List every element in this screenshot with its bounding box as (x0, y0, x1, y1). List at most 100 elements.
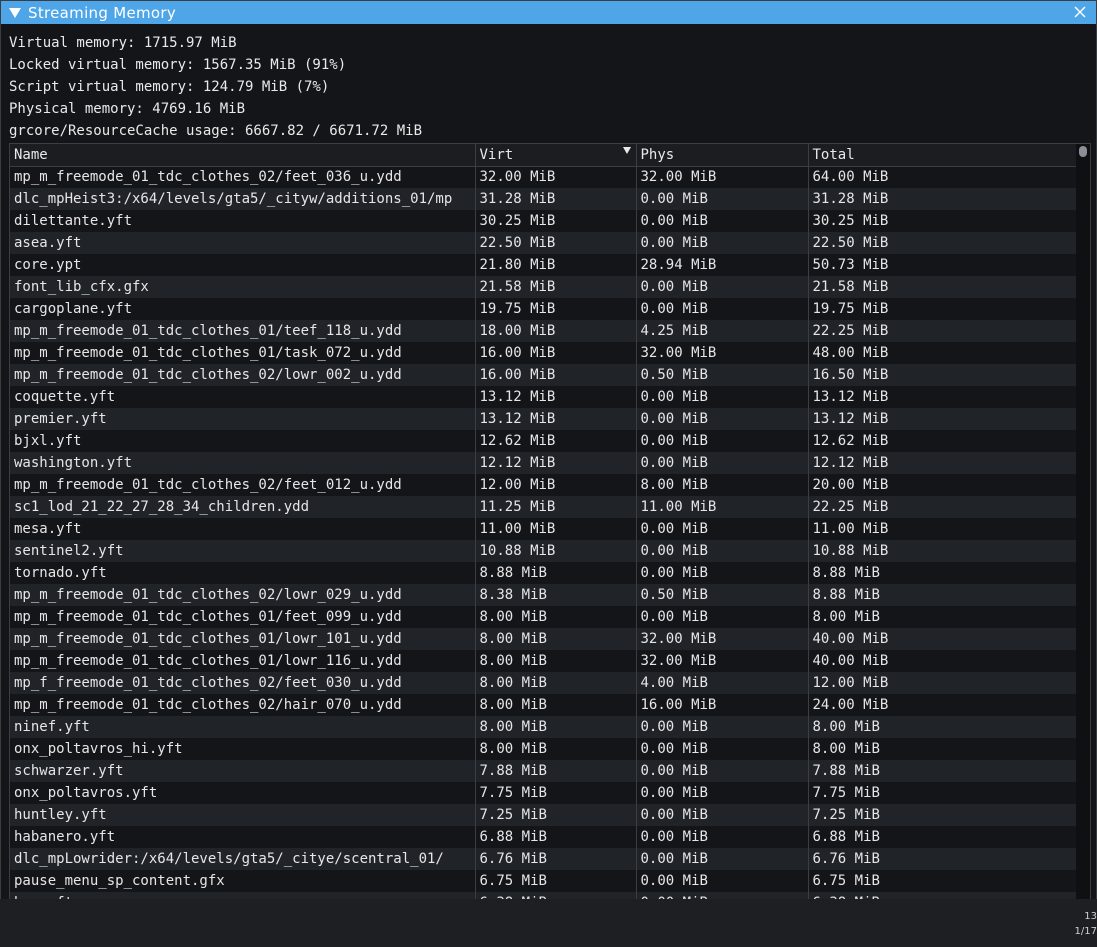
cell-virt: 11.00 MiB (475, 518, 637, 540)
scrollbar-thumb[interactable] (1079, 146, 1087, 157)
table-row[interactable]: mp_m_freemode_01_tdc_clothes_02/lowr_002… (10, 364, 1076, 386)
cell-phys: 0.00 MiB (636, 452, 809, 474)
cell-total: 20.00 MiB (808, 474, 1076, 496)
table-row[interactable]: asea.yft 22.50 MiB 0.00 MiB 22.50 MiB (10, 232, 1076, 254)
table-header-row: Name Virt Phys Total (10, 144, 1076, 167)
cell-virt: 8.88 MiB (475, 562, 637, 584)
cell-virt: 8.00 MiB (475, 628, 637, 650)
table-row[interactable]: mp_m_freemode_01_tdc_clothes_01/lowr_116… (10, 650, 1076, 672)
clock-time: 13 (1084, 911, 1097, 922)
cell-virt: 16.00 MiB (475, 342, 637, 364)
cell-phys: 0.00 MiB (636, 782, 809, 804)
cell-total: 21.58 MiB (808, 276, 1076, 298)
collapse-arrow-icon[interactable] (9, 7, 21, 18)
cell-phys: 0.00 MiB (636, 804, 809, 826)
table-row[interactable]: sc1_lod_21_22_27_28_34_children.ydd 11.25… (10, 496, 1076, 518)
column-header-phys[interactable]: Phys (636, 144, 809, 167)
table-row[interactable]: cargoplane.yft 19.75 MiB 0.00 MiB 19.75 MiB (10, 298, 1076, 320)
cell-total: 7.88 MiB (808, 760, 1076, 782)
streaming-memory-window: Streaming Memory Virtual memory: 1715.97… (0, 0, 1097, 900)
column-header-name[interactable]: Name (10, 144, 476, 167)
vertical-scrollbar[interactable] (1076, 144, 1090, 899)
table-row[interactable]: mesa.yft 11.00 MiB 0.00 MiB 11.00 MiB (10, 518, 1076, 540)
table-row[interactable]: mp_m_freemode_01_tdc_clothes_01/lowr_101… (10, 628, 1076, 650)
cell-total: 8.00 MiB (808, 738, 1076, 760)
cell-total: 8.88 MiB (808, 584, 1076, 606)
cell-name: mp_m_freemode_01_tdc_clothes_02/feet_036… (10, 166, 476, 188)
cell-total: 16.50 MiB (808, 364, 1076, 386)
cell-virt: 8.38 MiB (475, 584, 637, 606)
table-row[interactable]: dlc_mpHeist3:/x64/levels/gta5/_cityw/add… (10, 188, 1076, 210)
cell-virt: 8.00 MiB (475, 672, 637, 694)
cell-virt: 8.00 MiB (475, 738, 637, 760)
cell-virt: 22.50 MiB (475, 232, 637, 254)
cell-total: 50.73 MiB (808, 254, 1076, 276)
cell-virt: 31.28 MiB (475, 188, 637, 210)
cell-virt: 30.25 MiB (475, 210, 637, 232)
cell-virt: 6.75 MiB (475, 870, 637, 892)
cell-name: bjxl.yft (10, 430, 476, 452)
table-row[interactable]: mp_m_freemode_01_tdc_clothes_02/hair_070… (10, 694, 1076, 716)
column-header-virt[interactable]: Virt (475, 144, 637, 167)
table-row[interactable]: font_lib_cfx.gfx 21.58 MiB 0.00 MiB 21.58 M… (10, 276, 1076, 298)
cell-name: coquette.yft (10, 386, 476, 408)
table-row[interactable]: mp_m_freemode_01_tdc_clothes_02/feet_012… (10, 474, 1076, 496)
table-row[interactable]: mp_m_freemode_01_tdc_clothes_01/teef_118… (10, 320, 1076, 342)
table-row[interactable]: sentinel2.yft 10.88 MiB 0.00 MiB 10.88 MiB (10, 540, 1076, 562)
cell-name: mp_m_freemode_01_tdc_clothes_02/lowr_002… (10, 364, 476, 386)
cell-total: 64.00 MiB (808, 166, 1076, 188)
table-row[interactable]: ninef.yft 8.00 MiB 0.00 MiB 8.00 MiB (10, 716, 1076, 738)
column-header-label: Phys (640, 146, 675, 163)
cell-phys: 0.00 MiB (636, 210, 809, 232)
table-row[interactable]: premier.yft 13.12 MiB 0.00 MiB 13.12 MiB (10, 408, 1076, 430)
table-row[interactable]: mp_m_freemode_01_tdc_clothes_02/feet_036… (10, 166, 1076, 188)
table-row[interactable]: tornado.yft 8.88 MiB 0.00 MiB 8.88 MiB (10, 562, 1076, 584)
cell-phys: 32.00 MiB (636, 628, 809, 650)
cell-name: mp_f_freemode_01_tdc_clothes_02/feet_030… (10, 672, 476, 694)
table-row[interactable]: mp_m_freemode_01_tdc_clothes_01/feet_099… (10, 606, 1076, 628)
cell-virt: 12.12 MiB (475, 452, 637, 474)
cell-name: pause_menu_sp_content.gfx (10, 870, 476, 892)
table-row[interactable]: core.ypt 21.80 MiB 28.94 MiB 50.73 MiB (10, 254, 1076, 276)
table-row[interactable]: bjxl.yft 12.62 MiB 0.00 MiB 12.62 MiB (10, 430, 1076, 452)
cell-name: mesa.yft (10, 518, 476, 540)
taskbar: 13 1/17 (0, 899, 1097, 947)
table-row[interactable]: mp_m_freemode_01_tdc_clothes_02/lowr_029… (10, 584, 1076, 606)
table-row[interactable]: onx_poltavros_hi.yft 8.00 MiB 0.00 MiB 8.00… (10, 738, 1076, 760)
cell-name: core.ypt (10, 254, 476, 276)
memory-table-container[interactable]: Name Virt Phys Total mp_m_freemode_01_td… (9, 143, 1091, 899)
table-row[interactable]: onx_poltavros.yft 7.75 MiB 0.00 MiB 7.75 Mi… (10, 782, 1076, 804)
cell-name: mp_m_freemode_01_tdc_clothes_01/lowr_116… (10, 650, 476, 672)
window-titlebar[interactable]: Streaming Memory (1, 1, 1096, 24)
tray-clock[interactable]: 13 1/17 (1069, 909, 1097, 939)
cell-total: 24.00 MiB (808, 694, 1076, 716)
table-row[interactable]: huntley.yft 7.25 MiB 0.00 MiB 7.25 MiB (10, 804, 1076, 826)
cell-virt: 18.00 MiB (475, 320, 637, 342)
table-row[interactable]: dilettante.yft 30.25 MiB 0.00 MiB 30.25 MiB (10, 210, 1076, 232)
table-row[interactable]: pause_menu_sp_content.gfx 6.75 MiB 0.00 Mi… (10, 870, 1076, 892)
cell-total: 7.75 MiB (808, 782, 1076, 804)
cell-phys: 0.00 MiB (636, 276, 809, 298)
cell-name: mp_m_freemode_01_tdc_clothes_01/feet_099… (10, 606, 476, 628)
table-row[interactable]: coquette.yft 13.12 MiB 0.00 MiB 13.12 MiB (10, 386, 1076, 408)
cell-name: mp_m_freemode_01_tdc_clothes_01/task_072… (10, 342, 476, 364)
cell-virt: 7.25 MiB (475, 804, 637, 826)
cell-total: 12.62 MiB (808, 430, 1076, 452)
table-row[interactable]: habanero.yft 6.88 MiB 0.00 MiB 6.88 MiB (10, 826, 1076, 848)
cell-name: mp_m_freemode_01_tdc_clothes_02/lowr_029… (10, 584, 476, 606)
cell-name: washington.yft (10, 452, 476, 474)
table-row[interactable]: mp_f_freemode_01_tdc_clothes_02/feet_030… (10, 672, 1076, 694)
cell-name: asea.yft (10, 232, 476, 254)
cell-phys: 0.00 MiB (636, 540, 809, 562)
table-row[interactable]: washington.yft 12.12 MiB 0.00 MiB 12.12 MiB (10, 452, 1076, 474)
table-row[interactable]: schwarzer.yft 7.88 MiB 0.00 MiB 7.88 MiB (10, 760, 1076, 782)
table-row[interactable]: mp_m_freemode_01_tdc_clothes_01/task_072… (10, 342, 1076, 364)
cell-total: 6.76 MiB (808, 848, 1076, 870)
cell-phys: 4.00 MiB (636, 672, 809, 694)
table-row[interactable]: dlc_mpLowrider:/x64/levels/gta5/_citye/s… (10, 848, 1076, 870)
close-button[interactable] (1072, 4, 1088, 20)
cell-total: 40.00 MiB (808, 650, 1076, 672)
cell-phys: 32.00 MiB (636, 650, 809, 672)
cell-virt: 11.25 MiB (475, 496, 637, 518)
column-header-total[interactable]: Total (808, 144, 1076, 167)
